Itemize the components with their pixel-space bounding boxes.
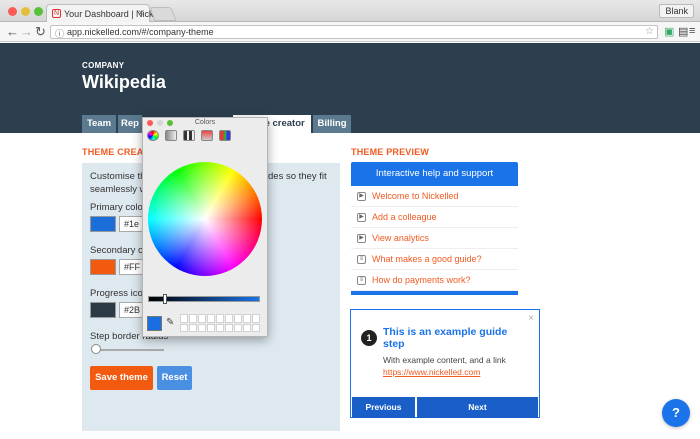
browser-tab-bar: N Your Dashboard | Nickelled × Blank — [0, 0, 700, 22]
browser-tab[interactable]: N Your Dashboard | Nickelled × — [46, 4, 173, 22]
brightness-slider-handle[interactable] — [163, 294, 167, 304]
empty-swatch[interactable] — [225, 323, 233, 332]
step-number-badge: 1 — [361, 330, 377, 346]
reload-icon[interactable]: ↻ — [35, 24, 46, 40]
empty-swatch[interactable] — [216, 314, 224, 323]
color-wheel[interactable] — [148, 162, 262, 276]
progress-color-label: Progress ico — [90, 288, 143, 299]
empty-swatch[interactable] — [234, 323, 242, 332]
empty-swatch[interactable] — [252, 314, 260, 323]
empty-swatch[interactable] — [198, 323, 206, 332]
close-window-button[interactable] — [8, 7, 17, 16]
empty-swatch[interactable] — [243, 314, 251, 323]
back-icon[interactable]: ← — [6, 24, 19, 39]
doc-icon: ≡ — [357, 255, 366, 264]
border-radius-slider-handle[interactable] — [91, 344, 101, 354]
empty-swatch[interactable] — [252, 323, 260, 332]
forward-icon[interactable]: → — [20, 24, 33, 39]
next-button[interactable]: Next — [417, 397, 538, 418]
empty-swatch[interactable] — [180, 323, 188, 332]
tooltip-link[interactable]: https://www.nickelled.com — [383, 367, 480, 377]
empty-swatch[interactable] — [207, 314, 215, 323]
help-button[interactable]: ? — [662, 399, 690, 427]
empty-swatch[interactable] — [243, 323, 251, 332]
tab-reports[interactable]: Rep — [118, 115, 142, 133]
empty-swatch[interactable] — [180, 314, 188, 323]
tab-close-icon[interactable]: × — [138, 8, 144, 19]
save-theme-button[interactable]: Save theme — [90, 366, 153, 390]
secondary-color-swatch[interactable] — [90, 259, 116, 275]
primary-color-swatch[interactable] — [90, 216, 116, 232]
preview-list-item[interactable]: ≡ What makes a good guide? — [351, 249, 518, 270]
extension-2-icon[interactable]: ▤ — [678, 25, 688, 38]
reset-button[interactable]: Reset — [157, 366, 192, 390]
preview-item-label: What makes a good guide? — [372, 254, 482, 264]
empty-swatch[interactable] — [234, 314, 242, 323]
address-url: app.nickelled.com/#/company-theme — [67, 27, 214, 37]
company-label: COMPANY — [82, 61, 125, 70]
intro-text-line2: seamlessly w — [90, 184, 147, 195]
color-wheel-tab-icon[interactable] — [147, 130, 159, 141]
zoom-window-button[interactable] — [34, 7, 43, 16]
image-palettes-tab-icon[interactable] — [201, 130, 213, 141]
menu-icon[interactable]: ≡ — [689, 25, 695, 37]
preview-header: Interactive help and support — [351, 162, 518, 186]
doc-icon: ≡ — [357, 276, 366, 285]
tab-billing[interactable]: Billing — [313, 115, 351, 133]
color-palettes-tab-icon[interactable] — [183, 130, 195, 141]
theme-preview-title: THEME PREVIEW — [351, 147, 430, 157]
preview-list-item[interactable]: ≡ How do payments work? — [351, 270, 518, 291]
close-icon[interactable]: × — [528, 313, 534, 324]
play-icon: ▶ — [357, 213, 366, 222]
bookmark-star-icon[interactable]: ☆ — [645, 26, 654, 37]
preview-list-item[interactable]: ▶ Add a colleague — [351, 207, 518, 228]
colors-dialog-title: Colors — [194, 119, 216, 126]
company-name: Wikipedia — [82, 72, 166, 92]
primary-color-label: Primary colo — [90, 202, 143, 213]
tab-team[interactable]: Team — [82, 115, 116, 133]
play-icon: ▶ — [357, 192, 366, 201]
new-tab-button[interactable] — [149, 7, 177, 21]
empty-swatch[interactable] — [207, 323, 215, 332]
page-info-icon[interactable]: ⓘ — [55, 27, 64, 40]
nickelled-favicon-icon: N — [52, 9, 61, 18]
tooltip-body: With example content, and a link — [383, 355, 506, 365]
theme-creator-title: THEME CREAT — [82, 147, 149, 157]
empty-swatch[interactable] — [198, 314, 206, 323]
browser-toolbar: ← → ↻ ⓘ app.nickelled.com/#/company-them… — [0, 22, 700, 42]
empty-swatch[interactable] — [189, 323, 197, 332]
empty-swatch[interactable] — [189, 314, 197, 323]
intro-text-start: Customise th — [90, 171, 146, 182]
empty-swatch[interactable] — [225, 314, 233, 323]
profile-button[interactable]: Blank — [659, 4, 694, 18]
tooltip-title: This is an example guide step — [383, 326, 508, 350]
extension-icon[interactable]: ▣ — [664, 25, 674, 38]
minimize-window-button[interactable] — [21, 7, 30, 16]
selected-color-well[interactable] — [147, 316, 162, 331]
color-swatches-grid[interactable] — [180, 314, 260, 332]
address-bar[interactable]: ⓘ app.nickelled.com/#/company-theme ☆ — [50, 25, 658, 39]
page-header: COMPANY Wikipedia Team Rep Theme creator… — [0, 43, 700, 133]
empty-swatch[interactable] — [216, 323, 224, 332]
border-radius-slider-track[interactable] — [94, 349, 164, 351]
eyedropper-icon[interactable]: ✎ — [166, 317, 174, 328]
preview-item-label: Add a colleague — [372, 212, 437, 222]
guide-step-tooltip: × 1 This is an example guide step With e… — [350, 309, 540, 418]
preview-item-label: How do payments work? — [372, 275, 471, 285]
previous-button[interactable]: Previous — [352, 397, 415, 418]
preview-list-item[interactable]: ▶ View analytics — [351, 228, 518, 249]
preview-bottom-bar — [351, 291, 518, 295]
play-icon: ▶ — [357, 234, 366, 243]
preview-item-label: Welcome to Nickelled — [372, 191, 459, 201]
secondary-color-label: Secondary c — [90, 245, 143, 256]
intro-text-end: des so they fit — [268, 171, 327, 182]
preview-item-label: View analytics — [372, 233, 429, 243]
color-sliders-tab-icon[interactable] — [165, 130, 177, 141]
progress-color-swatch[interactable] — [90, 302, 116, 318]
preview-list-item[interactable]: ▶ Welcome to Nickelled — [351, 186, 518, 207]
pencils-tab-icon[interactable] — [219, 130, 231, 141]
